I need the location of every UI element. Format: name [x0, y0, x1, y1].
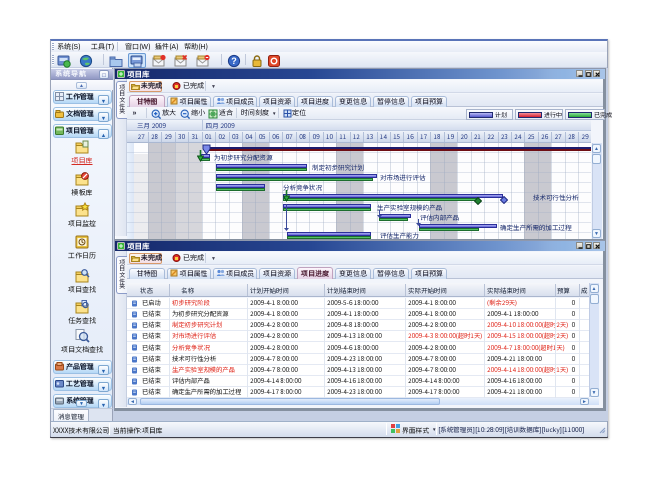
svg-text:?: ? — [231, 56, 237, 66]
